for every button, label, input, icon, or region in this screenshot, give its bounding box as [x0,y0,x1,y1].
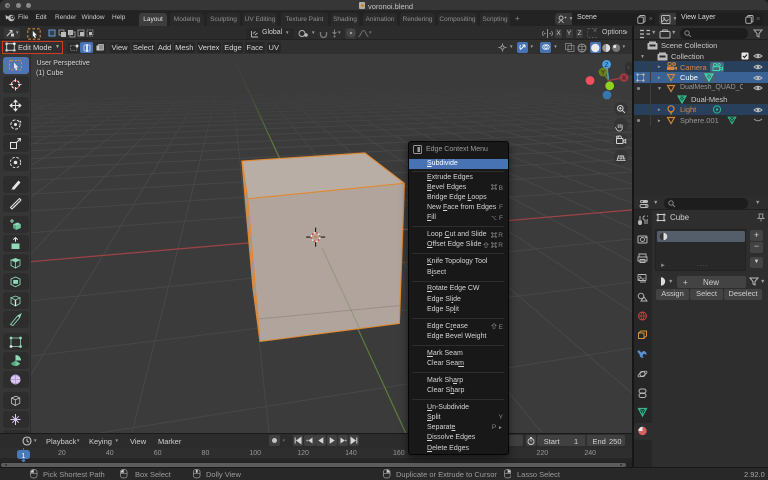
svg-text:Z: Z [605,62,609,69]
svg-text:Y: Y [601,70,606,77]
svg-text:X: X [622,75,627,82]
